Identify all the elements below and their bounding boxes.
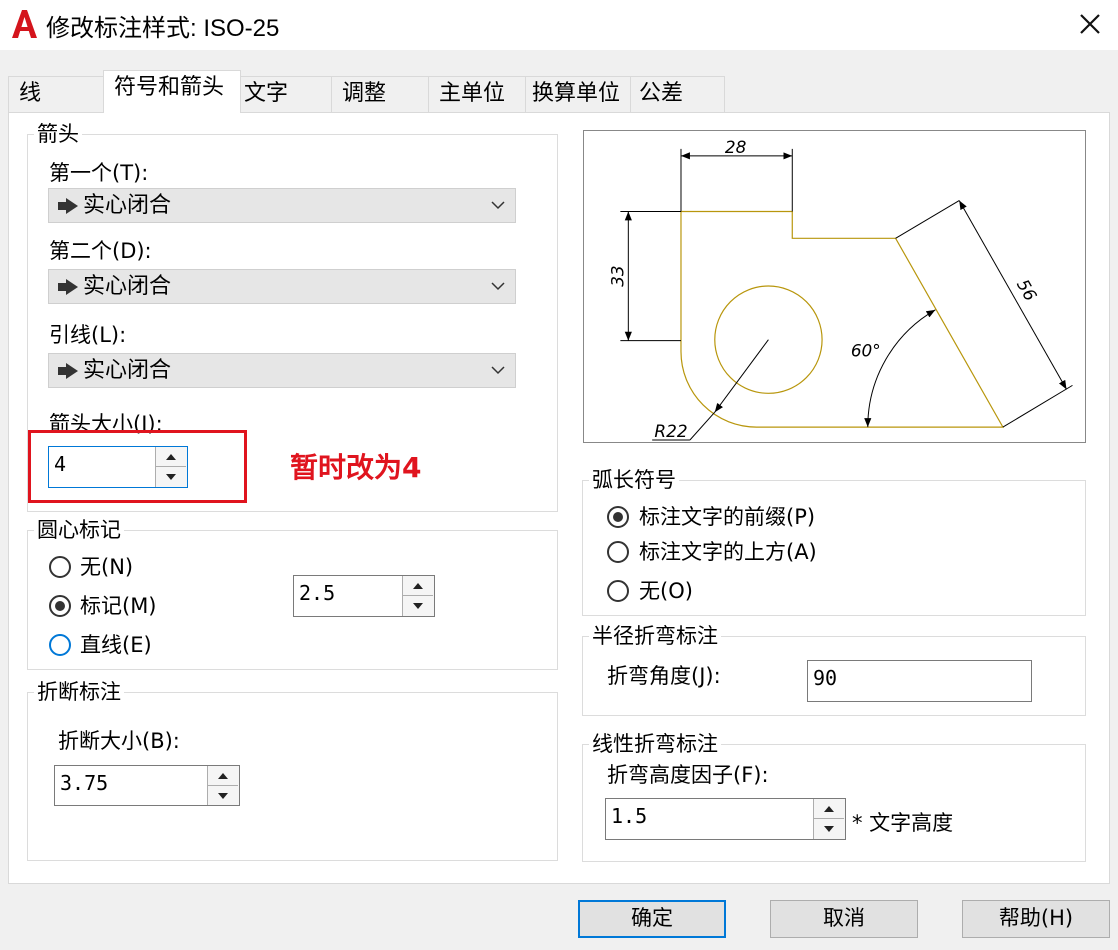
dim-28-text: 28 [725, 137, 746, 157]
arc-length-legend: 弧长符号 [589, 468, 679, 492]
center-line-label: 直线(E) [80, 633, 152, 657]
annotation-text: 暂时改为4 [290, 451, 422, 484]
break-size-value: 3.75 [60, 771, 109, 795]
stepper-buttons [207, 766, 239, 805]
arrowheads-legend: 箭头 [34, 122, 82, 146]
stepper-up-button[interactable] [403, 576, 433, 596]
tab-tolerances[interactable]: 公差 [630, 76, 725, 112]
dimension-28: 28 [680, 137, 793, 212]
dim-break-legend: 折断标注 [34, 680, 124, 704]
leader-arrow-value: 实心闭合 [83, 358, 172, 383]
jog-height-value: 1.5 [611, 804, 648, 828]
center-mark-size-value: 2.5 [299, 581, 336, 605]
center-mark-label: 标记(M) [80, 594, 157, 618]
arc-above-label: 标注文字的上方(A) [639, 540, 817, 564]
stepper-buttons [813, 799, 845, 839]
leader-arrow-label: 引线(L): [49, 323, 127, 347]
stepper-down-button[interactable] [208, 786, 238, 806]
tab-label: 调整 [342, 81, 387, 106]
tab-lines[interactable]: 线 [8, 76, 104, 112]
first-arrow-value: 实心闭合 [83, 193, 172, 218]
jog-height-label: 折弯高度因子(F): [607, 763, 769, 787]
dim-33-text: 33 [607, 265, 627, 286]
tab-label: 主单位 [439, 81, 506, 106]
center-line-radio[interactable] [49, 634, 71, 656]
second-arrow-value: 实心闭合 [83, 274, 172, 299]
center-mark-radio[interactable] [49, 595, 71, 617]
tab-label: 符号和箭头 [114, 75, 225, 100]
highlight-box [28, 430, 247, 503]
dimension-33: 33 [607, 210, 681, 342]
jog-angle-label: 折弯角度(J): [607, 664, 721, 688]
second-arrow-label: 第二个(D): [49, 239, 152, 263]
center-mark-size-stepper[interactable]: 2.5 [293, 575, 435, 617]
chevron-down-icon [491, 201, 505, 210]
closed-filled-arrow-icon [58, 198, 78, 214]
angle-dimension: 60° [851, 309, 936, 428]
tab-label: 公差 [639, 81, 684, 106]
stepper-up-button[interactable] [208, 766, 238, 786]
first-arrow-label: 第一个(T): [49, 161, 149, 185]
arc-none-radio[interactable] [607, 580, 629, 602]
tab-label: 换算单位 [532, 81, 621, 106]
triangle-down-icon [824, 826, 834, 832]
tab-symbols-arrows[interactable]: 符号和箭头 [103, 70, 241, 113]
arc-prefix-radio[interactable] [607, 506, 629, 528]
stepper-up-button[interactable] [814, 799, 844, 819]
linear-jog-legend: 线性折弯标注 [589, 732, 721, 756]
tab-alternate-units[interactable]: 换算单位 [525, 76, 631, 112]
cancel-button[interactable]: 取消 [770, 900, 918, 938]
arc-none-label: 无(O) [639, 579, 693, 603]
tab-label: 线 [19, 81, 42, 106]
triangle-up-icon [824, 806, 834, 812]
chevron-down-icon [491, 282, 505, 291]
closed-filled-arrow-icon [58, 279, 78, 295]
tab-primary-units[interactable]: 主单位 [428, 76, 526, 112]
stepper-down-button[interactable] [814, 819, 844, 839]
break-size-stepper[interactable]: 3.75 [54, 765, 240, 806]
center-marks-legend: 圆心标记 [34, 518, 124, 542]
tab-fit[interactable]: 调整 [331, 76, 429, 112]
first-arrow-select[interactable]: 实心闭合 [48, 188, 516, 223]
triangle-up-icon [218, 773, 228, 779]
help-button[interactable]: 帮助(H) [962, 900, 1110, 938]
stepper-buttons [402, 576, 434, 616]
part-outline [680, 210, 1004, 428]
triangle-up-icon [413, 583, 423, 589]
chevron-down-icon [491, 366, 505, 375]
center-none-radio[interactable] [49, 556, 71, 578]
triangle-down-icon [218, 792, 228, 799]
close-icon[interactable] [1072, 6, 1108, 42]
break-size-label: 折断大小(B): [58, 729, 180, 753]
angle-text: 60° [851, 341, 881, 361]
tab-label: 文字 [244, 81, 289, 106]
radius-jog-legend: 半径折弯标注 [589, 624, 721, 648]
ok-button[interactable]: 确定 [578, 900, 726, 938]
leader-arrow-select[interactable]: 实心闭合 [48, 353, 516, 388]
jog-angle-value: 90 [813, 666, 838, 690]
text-height-unit-label: * 文字高度 [852, 811, 954, 835]
dim-56-text: 56 [1013, 276, 1041, 305]
jog-height-stepper[interactable]: 1.5 [605, 798, 846, 840]
preview-pane: 28 33 56 60° R22 [583, 130, 1086, 443]
closed-filled-arrow-icon [58, 363, 78, 379]
stepper-down-button[interactable] [403, 596, 433, 616]
jog-angle-input[interactable]: 90 [807, 660, 1032, 702]
arc-above-radio[interactable] [607, 541, 629, 563]
radius-text: R22 [654, 421, 687, 441]
autocad-logo-icon [12, 10, 37, 38]
window-title: 修改标注样式: ISO-25 [46, 15, 280, 42]
arc-prefix-label: 标注文字的前缀(P) [639, 505, 816, 529]
second-arrow-select[interactable]: 实心闭合 [48, 269, 516, 304]
center-none-label: 无(N) [80, 555, 134, 579]
tab-text[interactable]: 文字 [235, 76, 332, 112]
triangle-down-icon [413, 603, 423, 609]
